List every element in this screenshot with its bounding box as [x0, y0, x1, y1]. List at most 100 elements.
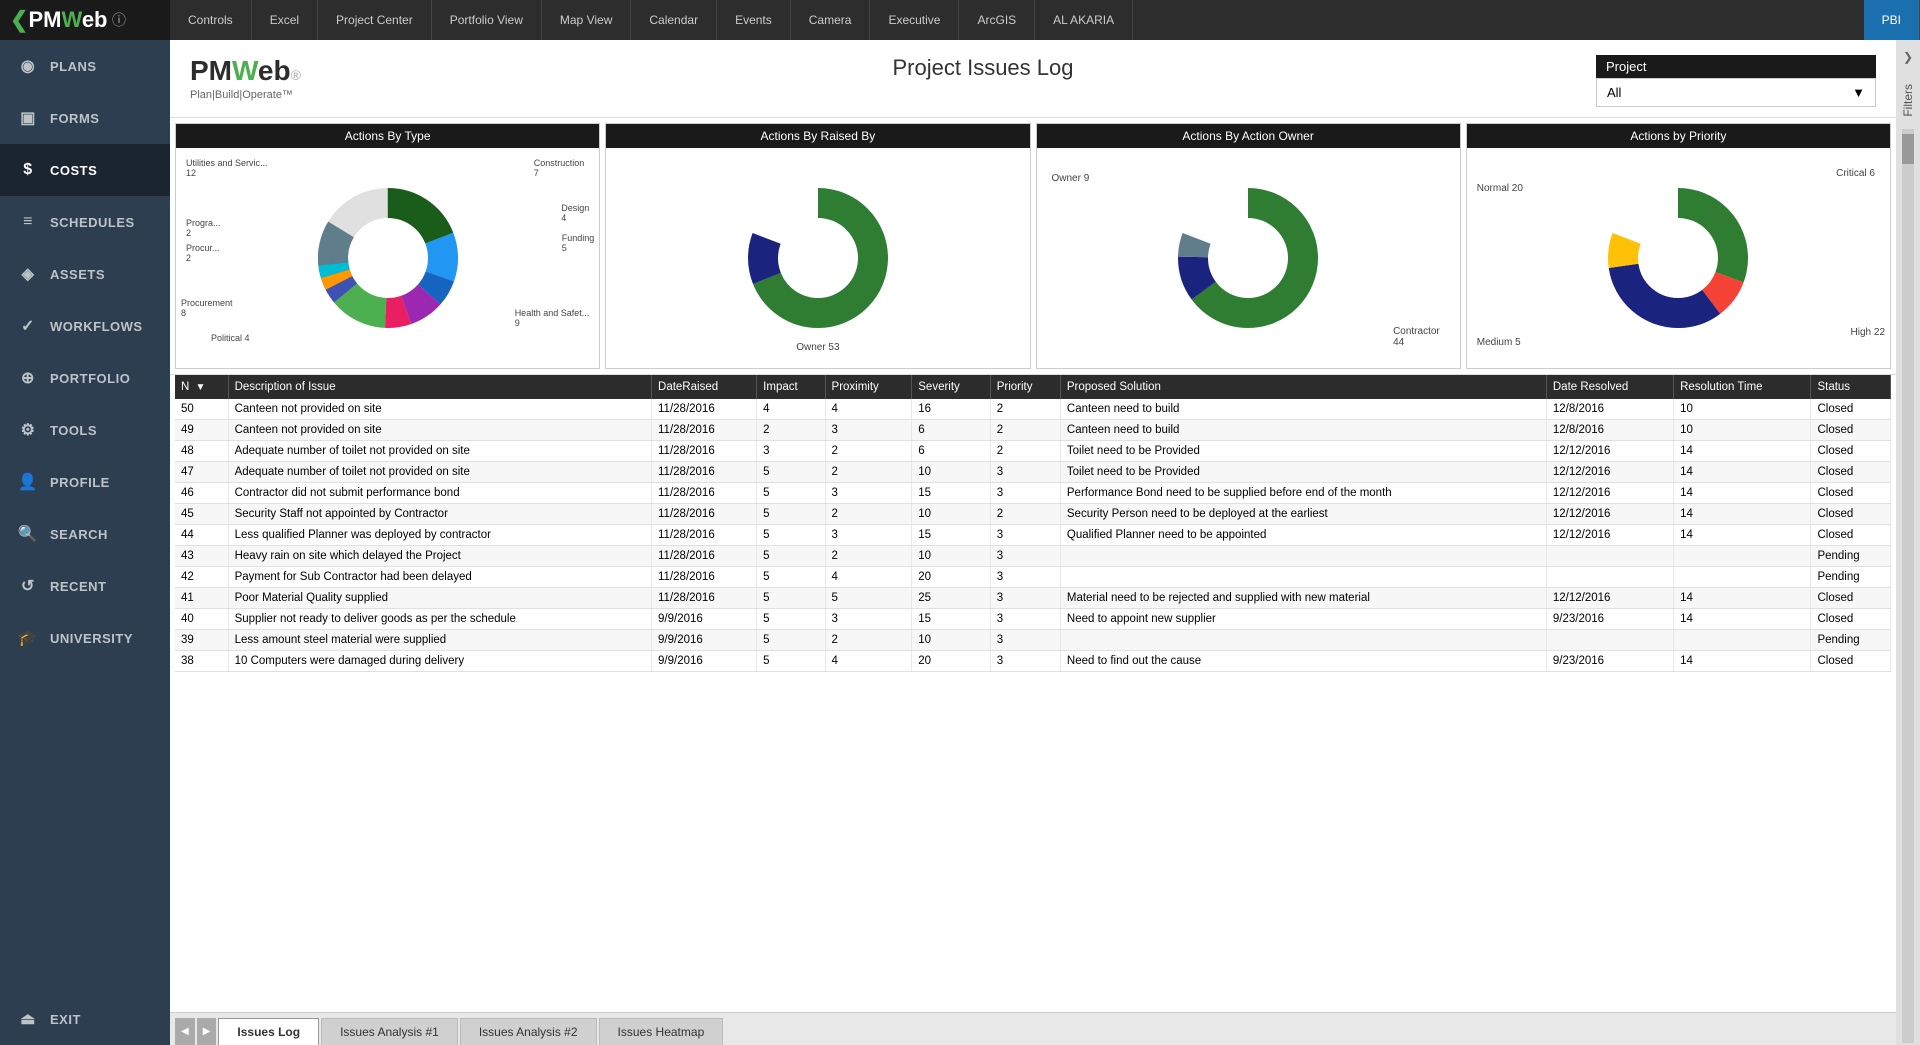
- profile-icon: 👤: [16, 470, 40, 494]
- sidebar-item-profile[interactable]: 👤 PROFILE: [0, 456, 170, 508]
- table-row: 47 Adequate number of toilet not provide…: [175, 462, 1891, 483]
- sidebar-item-university[interactable]: 🎓 UNIVERSITY: [0, 612, 170, 664]
- sort-icon-n[interactable]: ▼: [196, 382, 206, 393]
- page-title-area: Project Issues Log: [370, 55, 1596, 81]
- table-row: 38 10 Computers were damaged during deli…: [175, 651, 1891, 672]
- nav-controls[interactable]: Controls: [170, 0, 252, 40]
- donut-priority: Normal 20 Critical 6 High 22 Medium 5: [1472, 153, 1885, 363]
- dropdown-arrow-icon: ▼: [1852, 85, 1865, 100]
- exit-icon: ⏏: [16, 1007, 40, 1031]
- sidebar-label-workflows: WORKFLOWS: [50, 319, 143, 334]
- label-owner-raised: Owner 53: [796, 342, 839, 353]
- cell-date: 11/28/2016: [652, 525, 757, 546]
- cell-solution: Toilet need to be Provided: [1060, 441, 1546, 462]
- sidebar-item-plans[interactable]: ◉ PLANS: [0, 40, 170, 92]
- tools-icon: ⚙: [16, 418, 40, 442]
- portfolio-icon: ⊕: [16, 366, 40, 390]
- cell-pri: 3: [990, 483, 1060, 504]
- cell-date: 11/28/2016: [652, 483, 757, 504]
- cell-desc: Poor Material Quality supplied: [228, 588, 651, 609]
- sidebar-label-search: SEARCH: [50, 527, 108, 542]
- nav-project-center[interactable]: Project Center: [318, 0, 432, 40]
- cell-solution: Need to find out the cause: [1060, 651, 1546, 672]
- sidebar-label-exit: EXIT: [50, 1012, 81, 1027]
- tab-issues-analysis-1[interactable]: Issues Analysis #1: [321, 1018, 458, 1045]
- chart-body-owner: Owner 9 Contractor44: [1037, 148, 1460, 368]
- cell-prox: 3: [825, 609, 912, 630]
- nav-excel[interactable]: Excel: [252, 0, 318, 40]
- cell-restime: [1674, 630, 1811, 651]
- label-procurement: Procurement8: [181, 298, 233, 318]
- nav-events[interactable]: Events: [717, 0, 791, 40]
- cell-date: 11/28/2016: [652, 462, 757, 483]
- cell-solution: Security Person need to be deployed at t…: [1060, 504, 1546, 525]
- info-icon[interactable]: ⓘ: [112, 10, 126, 30]
- table-row: 40 Supplier not ready to deliver goods a…: [175, 609, 1891, 630]
- cell-pri: 2: [990, 420, 1060, 441]
- sidebar-item-schedules[interactable]: ≡ SCHEDULES: [0, 196, 170, 248]
- nav-calendar[interactable]: Calendar: [631, 0, 717, 40]
- cell-restime: 14: [1674, 483, 1811, 504]
- cell-solution: Toilet need to be Provided: [1060, 462, 1546, 483]
- cell-sev: 6: [912, 441, 990, 462]
- cell-prox: 2: [825, 441, 912, 462]
- nav-pbi[interactable]: PBI: [1864, 0, 1920, 40]
- sidebar-item-tools[interactable]: ⚙ TOOLS: [0, 404, 170, 456]
- sidebar-item-recent[interactable]: ↺ RECENT: [0, 560, 170, 612]
- cell-prox: 3: [825, 525, 912, 546]
- cell-resolved: 12/12/2016: [1546, 462, 1673, 483]
- chart-body-priority: Normal 20 Critical 6 High 22 Medium 5: [1467, 148, 1890, 368]
- filter-select[interactable]: All ▼: [1596, 78, 1876, 107]
- cell-n: 39: [175, 630, 228, 651]
- nav-executive[interactable]: Executive: [870, 0, 959, 40]
- cell-prox: 4: [825, 651, 912, 672]
- donut-svg-raised: [738, 178, 898, 338]
- nav-portfolio-view[interactable]: Portfolio View: [432, 0, 542, 40]
- header-row: N ▼ Description of Issue DateRaised Impa…: [175, 375, 1891, 399]
- sidebar-item-exit[interactable]: ⏏ EXIT: [0, 993, 170, 1045]
- cell-status: Closed: [1811, 399, 1891, 420]
- sidebar-label-recent: RECENT: [50, 579, 106, 594]
- cell-impact: 5: [757, 651, 825, 672]
- sidebar-item-assets[interactable]: ◈ ASSETS: [0, 248, 170, 300]
- sidebar-item-search[interactable]: 🔍 SEARCH: [0, 508, 170, 560]
- sidebar-item-forms[interactable]: ▣ FORMS: [0, 92, 170, 144]
- sidebar-item-workflows[interactable]: ✓ WORKFLOWS: [0, 300, 170, 352]
- donut-raised: Owner 53: [611, 153, 1024, 363]
- tab-scroll-right[interactable]: ▶: [197, 1018, 217, 1045]
- logo-subtitle: Plan|Build|Operate™: [190, 89, 370, 101]
- label-utilities: Utilities and Servic...12: [186, 158, 268, 178]
- cell-desc: Adequate number of toilet not provided o…: [228, 441, 651, 462]
- issues-table: N ▼ Description of Issue DateRaised Impa…: [175, 375, 1891, 672]
- table-row: 48 Adequate number of toilet not provide…: [175, 441, 1891, 462]
- sidebar-label-costs: COSTS: [50, 163, 97, 178]
- tab-scroll-left[interactable]: ◀: [175, 1018, 195, 1045]
- nav-camera[interactable]: Camera: [791, 0, 871, 40]
- label-construction: Construction7: [534, 158, 585, 178]
- sidebar-item-costs[interactable]: $ COSTS: [0, 144, 170, 196]
- col-impact: Impact: [757, 375, 825, 399]
- scroll-indicator: [1902, 129, 1914, 1043]
- collapse-button[interactable]: ❯: [1903, 40, 1913, 74]
- tab-issues-analysis-2[interactable]: Issues Analysis #2: [460, 1018, 597, 1045]
- cell-status: Pending: [1811, 546, 1891, 567]
- cell-status: Closed: [1811, 483, 1891, 504]
- cell-date: 11/28/2016: [652, 588, 757, 609]
- tab-issues-heatmap[interactable]: Issues Heatmap: [599, 1018, 724, 1045]
- col-desc: Description of Issue: [228, 375, 651, 399]
- nav-map-view[interactable]: Map View: [542, 0, 631, 40]
- forms-icon: ▣: [16, 106, 40, 130]
- cell-pri: 3: [990, 525, 1060, 546]
- cell-restime: 14: [1674, 588, 1811, 609]
- content-header: PMWeb® Plan|Build|Operate™ Project Issue…: [170, 40, 1896, 118]
- sidebar-item-portfolio[interactable]: ⊕ PORTFOLIO: [0, 352, 170, 404]
- tab-issues-log[interactable]: Issues Log: [218, 1018, 319, 1045]
- nav-al-akaria[interactable]: AL AKARIA: [1035, 0, 1133, 40]
- cell-impact: 5: [757, 546, 825, 567]
- cell-impact: 5: [757, 609, 825, 630]
- cell-prox: 2: [825, 504, 912, 525]
- filters-label[interactable]: Filters: [1901, 74, 1915, 127]
- cell-impact: 3: [757, 441, 825, 462]
- cell-date: 11/28/2016: [652, 399, 757, 420]
- nav-arcgis[interactable]: ArcGIS: [959, 0, 1035, 40]
